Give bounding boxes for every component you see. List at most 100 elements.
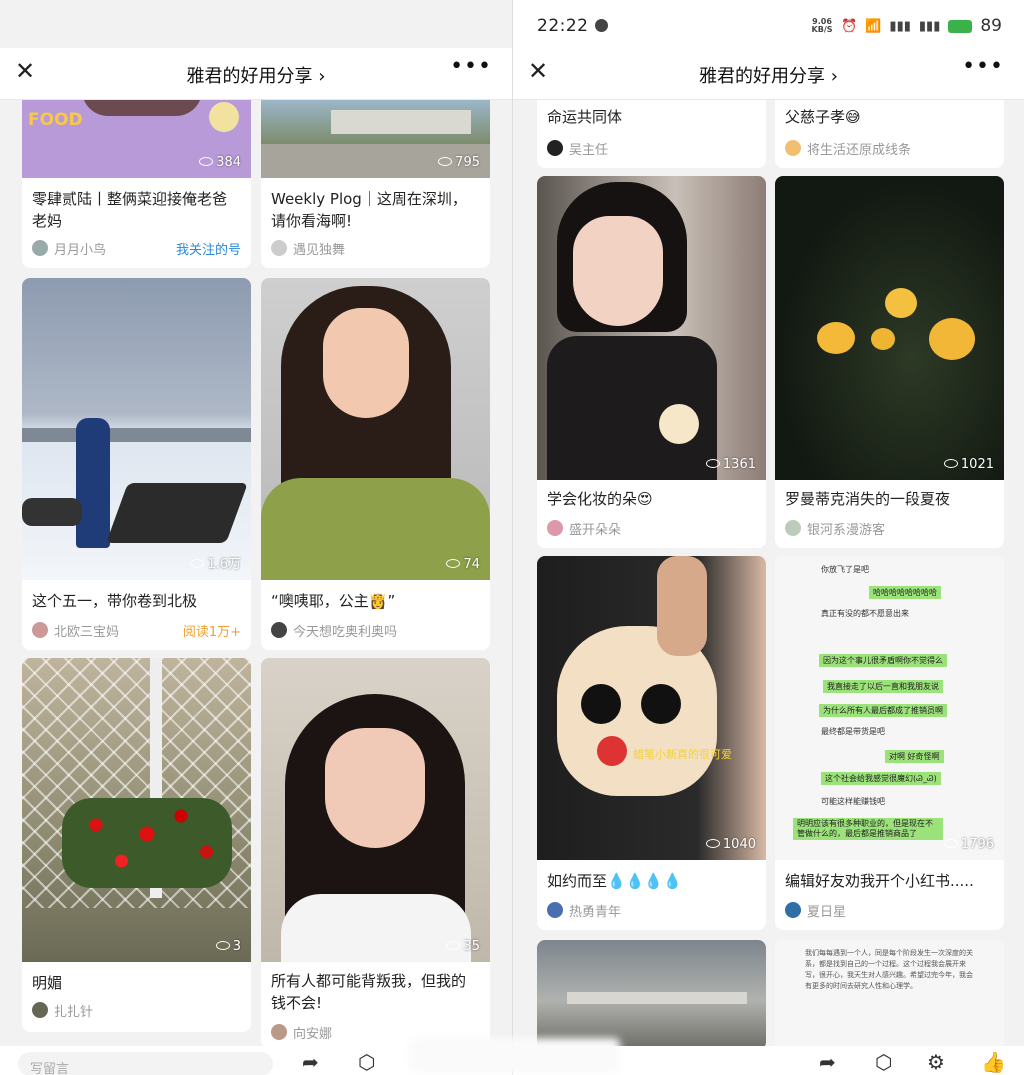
- gear-icon[interactable]: ⚙: [927, 1050, 945, 1074]
- more-options-icon[interactable]: •••: [962, 54, 1004, 79]
- face-shape: [325, 728, 425, 848]
- author-name: 遇见独舞: [293, 242, 346, 258]
- card-title: 编辑好友劝我开个小红书.....: [785, 872, 974, 890]
- chat-line: 最终都是带货是吧: [821, 727, 885, 736]
- avatar: [271, 622, 287, 638]
- card-meta: 遇见独舞: [271, 238, 480, 258]
- author-name: 热勇青年: [569, 904, 622, 920]
- feed-card[interactable]: 命运共同体 吴主任: [537, 100, 766, 168]
- battery-icon: [948, 19, 973, 33]
- view-count: 1.6万: [190, 553, 241, 572]
- author-name: 今天想吃奥利奥吗: [293, 624, 398, 640]
- status-badge: 我关注的号: [175, 242, 241, 258]
- flower-shape: [817, 322, 855, 354]
- card-image: 795: [261, 100, 490, 178]
- view-count: 35: [446, 939, 480, 954]
- author-name: 夏日星: [807, 904, 847, 920]
- battery-level: 89: [980, 16, 1002, 36]
- eye-icon: [943, 459, 958, 468]
- view-count: 74: [446, 557, 480, 572]
- avatar: [271, 1024, 287, 1040]
- status-badge: 阅读1万+: [182, 624, 241, 640]
- feed-card[interactable]: 3 明媚 扎扎针: [22, 658, 251, 1032]
- page-title[interactable]: 雅君的好用分享 ›: [0, 62, 512, 88]
- avatar: [32, 240, 48, 256]
- feed-card[interactable]: 35 所有人都可能背叛我，但我的钱不会! 向安娜: [261, 658, 490, 1048]
- view-count: 1040: [705, 837, 756, 852]
- card-image: 1.6万: [22, 278, 251, 580]
- eye-icon: [446, 941, 461, 950]
- avatar: [547, 902, 563, 918]
- card-meta: 银河系漫游客: [785, 518, 994, 538]
- feed-card[interactable]: 74 “噢咦耶，公主👸” 今天想吃奥利奥吗: [261, 278, 490, 650]
- feed-card[interactable]: FOOD 384 零肆贰陆丨整俩菜迎接俺老爸老妈 月月小鸟 我关注的号: [22, 100, 251, 268]
- food-label: FOOD: [28, 110, 83, 130]
- feed-card[interactable]: 1021 罗曼蒂克消失的一段夏夜 银河系漫游客: [775, 176, 1004, 548]
- box-icon[interactable]: ⬡: [875, 1050, 892, 1074]
- nav-bar: ✕ 雅君的好用分享 › •••: [0, 48, 512, 100]
- feed-card[interactable]: 你放飞了是吧 哈哈哈哈哈哈哈哈 真正有没的都不愿意出来 因为这个事儿很矛盾啊你不…: [775, 556, 1004, 930]
- more-options-icon[interactable]: •••: [450, 54, 492, 79]
- sled-shape: [106, 483, 248, 543]
- card-image: 1361: [537, 176, 766, 480]
- feed-card[interactable]: 父慈子孝😅 将生活还原成线条: [775, 100, 1004, 168]
- page-title[interactable]: 雅君的好用分享 ›: [513, 62, 1024, 88]
- building-shape: [567, 992, 747, 1004]
- alarm-icon: ⏰: [841, 18, 858, 34]
- card-title: 命运共同体: [547, 108, 623, 126]
- plate-shape: [82, 100, 202, 116]
- avatar: [32, 1002, 48, 1018]
- dog-shape: [22, 498, 82, 526]
- avatar: [32, 622, 48, 638]
- nav-bar: ✕ 雅君的好用分享 › •••: [513, 48, 1024, 100]
- card-image: 蜡笔小新真的很可爱 1040: [537, 556, 766, 860]
- signal-icon: ▮▮▮: [889, 18, 911, 34]
- eye-icon: [190, 559, 205, 568]
- author-name: 扎扎针: [54, 1004, 94, 1020]
- network-speed: 9.06 KB/S: [811, 17, 833, 34]
- comment-input[interactable]: 写留言: [18, 1052, 273, 1075]
- card-title: 明媚: [32, 974, 63, 992]
- feed-card[interactable]: 795 Weekly Plog｜这周在深圳，请你看海啊! 遇见独舞: [261, 100, 490, 268]
- mouth-shape: [597, 736, 627, 766]
- feed-card[interactable]: 1361 学会化妆的朵😍 盛开朵朵: [537, 176, 766, 548]
- card-title: 学会化妆的朵😍: [547, 490, 653, 508]
- author-name: 向安娜: [293, 1026, 333, 1042]
- blurred-watermark: [410, 1038, 620, 1074]
- chat-line: 对啊 好奇怪啊: [885, 750, 944, 763]
- author-name: 将生活还原成线条: [807, 142, 912, 158]
- chat-line: 你放飞了是吧: [821, 565, 869, 574]
- share-icon[interactable]: ➦: [819, 1050, 836, 1074]
- chat-line: 明明应该有很多种职业的，但是现在不管做什么的，最后都是推销商品了: [793, 818, 943, 840]
- box-icon[interactable]: ⬡: [358, 1050, 375, 1074]
- card-meta: 盛开朵朵: [547, 518, 756, 538]
- roses-shape: [62, 798, 232, 888]
- document-text: 我们每每遇到一个人，同是每个阶段发生一次深度的关系，都是找到自己的一个过程。这个…: [805, 949, 973, 990]
- card-meta: 将生活还原成线条: [785, 138, 994, 158]
- feed-card[interactable]: [537, 940, 766, 1050]
- card-image: 我们每每遇到一个人，同是每个阶段发生一次深度的关系，都是找到自己的一个过程。这个…: [775, 940, 1004, 1050]
- like-icon[interactable]: 👍: [981, 1050, 1006, 1074]
- eye-icon: [446, 559, 461, 568]
- card-title: Weekly Plog｜这周在深圳，请你看海啊!: [271, 190, 467, 230]
- share-icon[interactable]: ➦: [302, 1050, 319, 1074]
- view-count: 1021: [943, 457, 994, 472]
- clock: 22:22: [537, 16, 608, 36]
- feed-card[interactable]: 我们每每遇到一个人，同是每个阶段发生一次深度的关系，都是找到自己的一个过程。这个…: [775, 940, 1004, 1050]
- author-name: 银河系漫游客: [807, 522, 886, 538]
- feed-card[interactable]: 蜡笔小新真的很可爱 1040 如约而至💧💧💧💧 热勇青年: [537, 556, 766, 930]
- card-title: 所有人都可能背叛我，但我的钱不会!: [271, 972, 467, 1012]
- author-name: 月月小鸟: [54, 242, 107, 258]
- flower-shape: [871, 328, 895, 350]
- avatar: [271, 240, 287, 256]
- card-meta: 夏日星: [785, 900, 994, 920]
- food-badge: [209, 102, 239, 132]
- chat-line: 哈哈哈哈哈哈哈哈: [869, 586, 941, 599]
- hand-shape: [657, 556, 707, 656]
- face-shape: [573, 216, 663, 326]
- feed-card[interactable]: 1.6万 这个五一，带你卷到北极 北欧三宝妈 阅读1万+: [22, 278, 251, 650]
- card-title: 父慈子孝😅: [785, 108, 861, 126]
- avatar: [785, 902, 801, 918]
- card-image: 1021: [775, 176, 1004, 480]
- card-meta: 月月小鸟 我关注的号: [32, 238, 241, 258]
